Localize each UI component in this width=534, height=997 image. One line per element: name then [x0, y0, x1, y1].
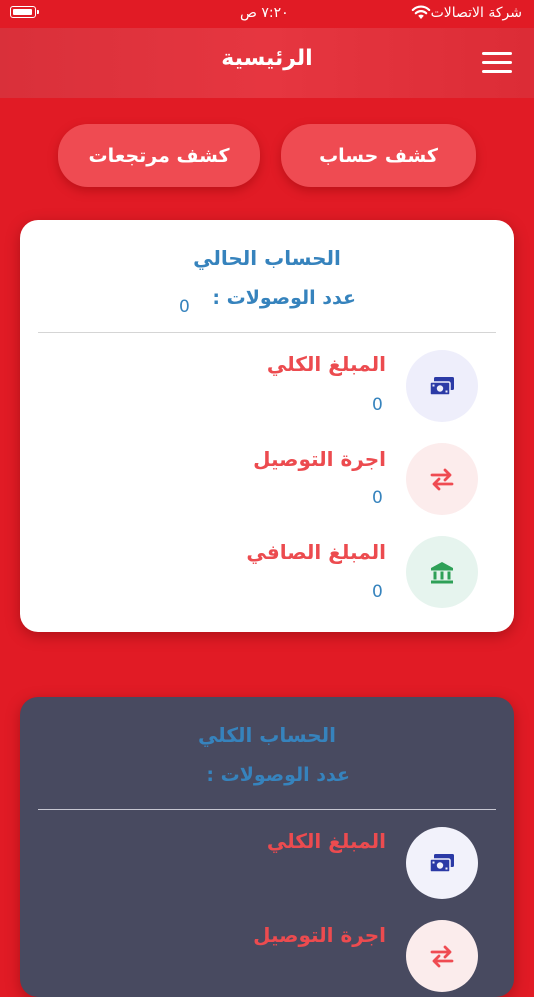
total-amount-value: 0 [372, 395, 383, 415]
total-account-title: الحساب الكلي [197, 723, 337, 747]
delivery-fee-label: اجرة التوصيل [253, 447, 386, 471]
hamburger-menu-icon[interactable] [482, 52, 512, 74]
account-statement-button[interactable]: كشف حساب [281, 124, 476, 187]
total-amount-icon-circle [406, 827, 478, 899]
returns-statement-button[interactable]: كشف مرتجعات [58, 124, 260, 187]
total-amount-icon-circle [406, 350, 478, 422]
total-account-card: الحساب الكلي عدد الوصولات : المبلغ الكلي… [20, 697, 514, 997]
wifi-icon [411, 5, 431, 19]
delivery-fee-icon-circle [406, 443, 478, 515]
net-amount-value: 0 [372, 582, 383, 602]
page-title: الرئيسية [221, 46, 313, 71]
current-account-title: الحساب الحالي [193, 246, 341, 270]
transfer-arrows-icon [430, 945, 454, 968]
divider [38, 809, 496, 810]
total-amount-label: المبلغ الكلي [266, 352, 386, 376]
transfer-arrows-icon [430, 468, 454, 491]
battery-icon [10, 6, 39, 18]
current-account-card: الحساب الحالي عدد الوصولات : 0 المبلغ ال… [20, 220, 514, 632]
total-receipts-count-label: عدد الوصولات : [206, 764, 350, 786]
bank-icon [431, 562, 453, 584]
money-icon [429, 854, 454, 873]
net-amount-label: المبلغ الصافي [246, 540, 386, 564]
total-amount-label: المبلغ الكلي [266, 829, 386, 853]
app-bar: الرئيسية [0, 28, 534, 98]
clock: ٧:٢٠ ص [240, 5, 289, 21]
delivery-fee-icon-circle [406, 920, 478, 992]
status-bar: شركة الاتصالات ٧:٢٠ ص [0, 0, 534, 28]
carrier-name: شركة الاتصالات [430, 5, 522, 21]
divider [38, 332, 496, 333]
delivery-fee-value: 0 [372, 488, 383, 508]
money-icon [429, 377, 454, 396]
delivery-fee-label: اجرة التوصيل [253, 923, 386, 947]
receipts-count-value: 0 [179, 297, 190, 317]
receipts-count-label: عدد الوصولات : [212, 287, 356, 309]
net-amount-icon-circle [406, 536, 478, 608]
